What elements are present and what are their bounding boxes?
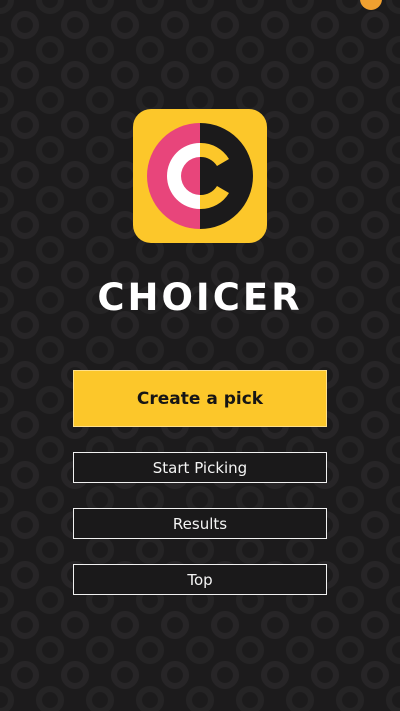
background-pattern	[0, 0, 400, 711]
start-picking-button[interactable]: Start Picking	[73, 452, 327, 483]
app-logo-icon	[133, 109, 267, 243]
app-name: CHOICER	[97, 276, 302, 319]
app-wordmark: CHOICER	[97, 276, 302, 319]
create-pick-button[interactable]: Create a pick	[73, 370, 327, 427]
top-button[interactable]: Top	[73, 564, 327, 595]
results-button[interactable]: Results	[73, 508, 327, 539]
